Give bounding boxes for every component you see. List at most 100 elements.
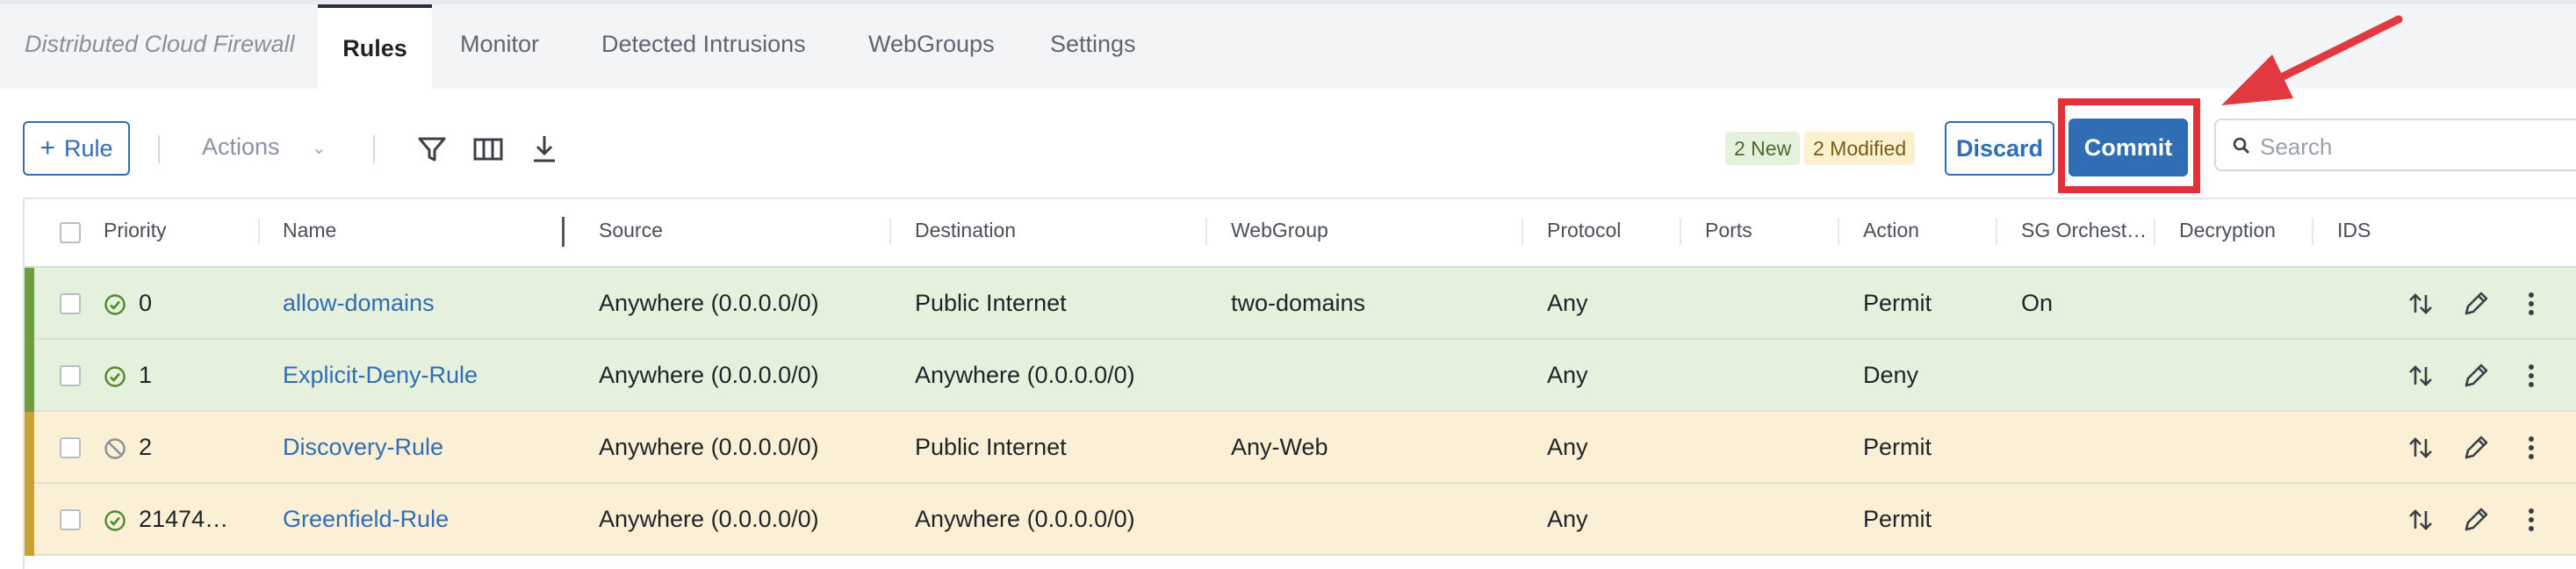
row-state-bar <box>25 412 34 484</box>
webgroup-cell: two-domains <box>1231 290 1366 316</box>
add-rule-label: Rule <box>64 134 113 162</box>
column-divider <box>2154 219 2155 245</box>
protocol-cell: Any <box>1547 506 1588 532</box>
download-icon[interactable] <box>527 132 562 167</box>
action-cell: Permit <box>1863 290 1932 316</box>
columns-icon[interactable] <box>471 132 506 167</box>
column-header-ports[interactable]: Ports <box>1705 219 1752 242</box>
priority-cell: 21474… <box>139 506 229 532</box>
destination-cell: Anywhere (0.0.0.0/0) <box>915 506 1135 532</box>
source-cell: Anywhere (0.0.0.0/0) <box>599 290 819 316</box>
rule-name-link[interactable]: Explicit-Deny-Rule <box>283 362 478 389</box>
table-row[interactable]: 0 allow-domains Anywhere (0.0.0.0/0) Pub… <box>25 268 2576 340</box>
column-header-priority[interactable]: Priority <box>104 219 167 242</box>
edit-pencil-icon[interactable] <box>2461 361 2491 391</box>
more-vertical-icon[interactable] <box>2516 433 2546 463</box>
priority-cell: 1 <box>139 362 153 388</box>
destination-cell: Public Internet <box>915 434 1067 460</box>
column-header-action[interactable]: Action <box>1863 219 1919 242</box>
webgroup-cell: Any-Web <box>1231 434 1328 460</box>
action-cell: Permit <box>1863 506 1932 532</box>
column-divider <box>1522 219 1523 245</box>
check-circle-icon <box>104 366 126 387</box>
row-state-bar <box>25 484 34 556</box>
chevron-down-icon[interactable]: ⌄ <box>312 137 327 159</box>
protocol-cell: Any <box>1547 290 1588 316</box>
search-box[interactable] <box>2214 119 2576 171</box>
row-checkbox[interactable] <box>60 365 81 386</box>
select-all-checkbox[interactable] <box>60 222 81 243</box>
source-cell: Anywhere (0.0.0.0/0) <box>599 434 819 460</box>
app-title: Distributed Cloud Firewall <box>25 31 295 57</box>
toolbar-divider <box>158 135 160 163</box>
check-circle-icon <box>104 510 126 531</box>
ban-circle-icon <box>104 438 126 459</box>
plus-icon: + <box>40 133 55 162</box>
discard-button[interactable]: Discard <box>1945 121 2054 176</box>
priority-cell: 2 <box>139 434 153 460</box>
table-row[interactable]: 1 Explicit-Deny-Rule Anywhere (0.0.0.0/0… <box>25 340 2576 412</box>
tab-bar: Distributed Cloud Firewall Rules Monitor… <box>0 4 2576 89</box>
table-row[interactable]: 21474… Greenfield-Rule Anywhere (0.0.0.0… <box>25 484 2576 556</box>
destination-cell: Public Internet <box>915 290 1067 316</box>
edit-pencil-icon[interactable] <box>2461 289 2491 319</box>
search-input[interactable] <box>2258 129 2569 164</box>
sg-orchestration-cell: On <box>2021 290 2054 316</box>
source-cell: Anywhere (0.0.0.0/0) <box>599 362 819 388</box>
reorder-icon[interactable] <box>2406 361 2436 391</box>
reorder-icon[interactable] <box>2406 505 2436 535</box>
add-rule-button[interactable]: + Rule <box>23 121 130 176</box>
edit-pencil-icon[interactable] <box>2461 505 2491 535</box>
column-divider <box>1205 219 1207 245</box>
column-divider <box>2312 219 2313 245</box>
rules-table: Priority Name Source Destination WebGrou… <box>23 198 2576 569</box>
column-header-protocol[interactable]: Protocol <box>1547 219 1621 242</box>
row-state-bar <box>25 340 34 412</box>
column-header-webgroup[interactable]: WebGroup <box>1231 219 1328 242</box>
commit-button[interactable]: Commit <box>2069 119 2188 176</box>
column-header-decryption[interactable]: Decryption <box>2179 219 2276 242</box>
check-circle-icon <box>104 294 126 315</box>
edit-pencil-icon[interactable] <box>2461 433 2491 463</box>
column-header-source[interactable]: Source <box>599 219 663 242</box>
search-icon <box>2233 137 2250 155</box>
row-checkbox[interactable] <box>60 293 81 314</box>
rule-name-link[interactable]: Greenfield-Rule <box>283 506 449 533</box>
column-divider <box>889 219 891 245</box>
actions-dropdown[interactable]: Actions <box>202 133 280 161</box>
reorder-icon[interactable] <box>2406 433 2436 463</box>
column-header-ids[interactable]: IDS <box>2337 219 2371 242</box>
column-divider <box>1680 219 1681 245</box>
toolbar-divider <box>373 135 375 163</box>
column-divider <box>258 219 260 245</box>
more-vertical-icon[interactable] <box>2516 289 2546 319</box>
column-divider <box>1996 219 1997 245</box>
more-vertical-icon[interactable] <box>2516 505 2546 535</box>
tab-webgroups[interactable]: WebGroups <box>868 31 995 58</box>
protocol-cell: Any <box>1547 434 1588 460</box>
new-count-badge: 2 New <box>1725 132 1801 165</box>
protocol-cell: Any <box>1547 362 1588 388</box>
tab-monitor[interactable]: Monitor <box>460 31 539 58</box>
table-header: Priority Name Source Destination WebGrou… <box>25 199 2576 268</box>
tab-detected-intrusions[interactable]: Detected Intrusions <box>601 31 806 58</box>
more-vertical-icon[interactable] <box>2516 361 2546 391</box>
column-resize-handle[interactable] <box>562 217 565 247</box>
priority-cell: 0 <box>139 290 153 316</box>
rule-name-link[interactable]: allow-domains <box>283 290 435 317</box>
modified-count-badge: 2 Modified <box>1804 132 1916 165</box>
tab-rules[interactable]: Rules <box>318 4 432 89</box>
row-checkbox[interactable] <box>60 437 81 458</box>
column-header-name[interactable]: Name <box>283 219 336 242</box>
row-checkbox[interactable] <box>60 509 81 530</box>
source-cell: Anywhere (0.0.0.0/0) <box>599 506 819 532</box>
action-cell: Permit <box>1863 434 1932 460</box>
rule-name-link[interactable]: Discovery-Rule <box>283 434 443 461</box>
reorder-icon[interactable] <box>2406 289 2436 319</box>
column-header-destination[interactable]: Destination <box>915 219 1016 242</box>
table-row[interactable]: 2 Discovery-Rule Anywhere (0.0.0.0/0) Pu… <box>25 412 2576 484</box>
row-state-bar <box>25 268 34 340</box>
tab-settings[interactable]: Settings <box>1050 31 1136 58</box>
filter-icon[interactable] <box>414 132 450 167</box>
column-header-sg-orchestration[interactable]: SG Orchest… <box>2021 219 2147 242</box>
